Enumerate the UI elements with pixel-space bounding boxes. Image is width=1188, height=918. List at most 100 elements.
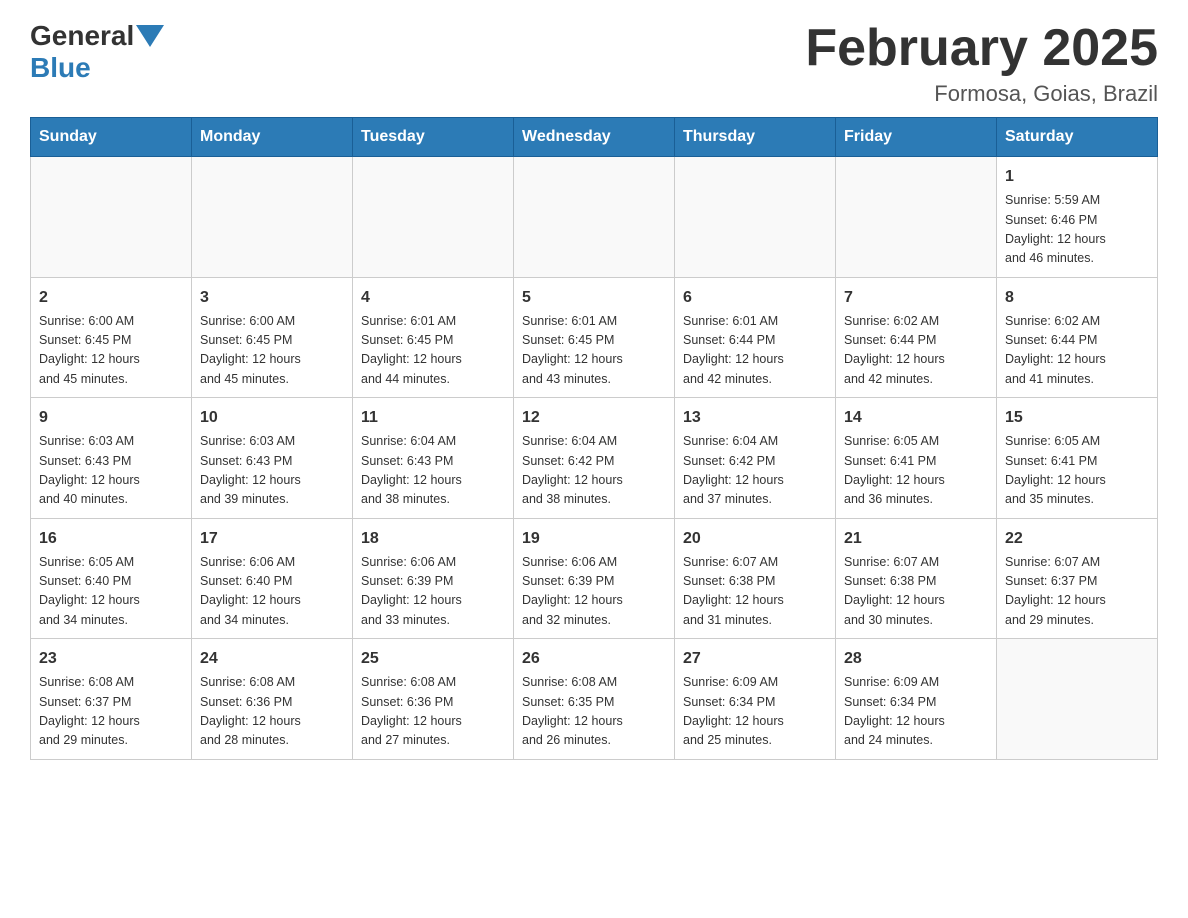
day-number: 27: [683, 647, 827, 671]
day-number: 2: [39, 286, 183, 310]
day-number: 25: [361, 647, 505, 671]
day-number: 11: [361, 406, 505, 430]
day-info: Sunrise: 6:06 AM Sunset: 6:39 PM Dayligh…: [522, 553, 666, 631]
calendar-cell: 4Sunrise: 6:01 AM Sunset: 6:45 PM Daylig…: [353, 277, 514, 398]
calendar-cell: 13Sunrise: 6:04 AM Sunset: 6:42 PM Dayli…: [675, 398, 836, 519]
day-number: 14: [844, 406, 988, 430]
calendar-cell: 17Sunrise: 6:06 AM Sunset: 6:40 PM Dayli…: [192, 518, 353, 639]
day-info: Sunrise: 6:01 AM Sunset: 6:45 PM Dayligh…: [361, 312, 505, 390]
logo-general-text: General: [30, 20, 134, 52]
day-number: 5: [522, 286, 666, 310]
calendar-cell: 11Sunrise: 6:04 AM Sunset: 6:43 PM Dayli…: [353, 398, 514, 519]
day-info: Sunrise: 6:05 AM Sunset: 6:40 PM Dayligh…: [39, 553, 183, 631]
logo-blue-text: Blue: [30, 52, 91, 84]
day-info: Sunrise: 6:07 AM Sunset: 6:38 PM Dayligh…: [844, 553, 988, 631]
day-number: 18: [361, 527, 505, 551]
calendar-cell: 25Sunrise: 6:08 AM Sunset: 6:36 PM Dayli…: [353, 639, 514, 760]
day-number: 4: [361, 286, 505, 310]
day-number: 6: [683, 286, 827, 310]
day-number: 7: [844, 286, 988, 310]
weekday-header-row: SundayMondayTuesdayWednesdayThursdayFrid…: [31, 118, 1158, 157]
logo-triangle-icon: [136, 25, 164, 47]
day-number: 17: [200, 527, 344, 551]
calendar-cell: [192, 157, 353, 278]
day-number: 3: [200, 286, 344, 310]
day-number: 20: [683, 527, 827, 551]
weekday-header-wednesday: Wednesday: [514, 118, 675, 157]
logo: General Blue: [30, 20, 166, 84]
day-info: Sunrise: 5:59 AM Sunset: 6:46 PM Dayligh…: [1005, 191, 1149, 269]
day-info: Sunrise: 6:09 AM Sunset: 6:34 PM Dayligh…: [844, 673, 988, 751]
day-info: Sunrise: 6:08 AM Sunset: 6:37 PM Dayligh…: [39, 673, 183, 751]
day-info: Sunrise: 6:01 AM Sunset: 6:44 PM Dayligh…: [683, 312, 827, 390]
calendar-cell: 28Sunrise: 6:09 AM Sunset: 6:34 PM Dayli…: [836, 639, 997, 760]
day-number: 10: [200, 406, 344, 430]
calendar-cell: 8Sunrise: 6:02 AM Sunset: 6:44 PM Daylig…: [997, 277, 1158, 398]
calendar-cell: [353, 157, 514, 278]
calendar-week-row: 9Sunrise: 6:03 AM Sunset: 6:43 PM Daylig…: [31, 398, 1158, 519]
day-number: 16: [39, 527, 183, 551]
calendar-cell: 23Sunrise: 6:08 AM Sunset: 6:37 PM Dayli…: [31, 639, 192, 760]
calendar-cell: 18Sunrise: 6:06 AM Sunset: 6:39 PM Dayli…: [353, 518, 514, 639]
calendar-cell: 21Sunrise: 6:07 AM Sunset: 6:38 PM Dayli…: [836, 518, 997, 639]
day-number: 23: [39, 647, 183, 671]
day-info: Sunrise: 6:08 AM Sunset: 6:36 PM Dayligh…: [361, 673, 505, 751]
calendar-cell: 14Sunrise: 6:05 AM Sunset: 6:41 PM Dayli…: [836, 398, 997, 519]
day-info: Sunrise: 6:07 AM Sunset: 6:38 PM Dayligh…: [683, 553, 827, 631]
day-info: Sunrise: 6:04 AM Sunset: 6:43 PM Dayligh…: [361, 432, 505, 510]
day-number: 13: [683, 406, 827, 430]
day-info: Sunrise: 6:09 AM Sunset: 6:34 PM Dayligh…: [683, 673, 827, 751]
day-number: 19: [522, 527, 666, 551]
month-title: February 2025: [805, 20, 1158, 77]
day-number: 15: [1005, 406, 1149, 430]
weekday-header-sunday: Sunday: [31, 118, 192, 157]
calendar-cell: 3Sunrise: 6:00 AM Sunset: 6:45 PM Daylig…: [192, 277, 353, 398]
location-text: Formosa, Goias, Brazil: [805, 81, 1158, 107]
calendar-week-row: 2Sunrise: 6:00 AM Sunset: 6:45 PM Daylig…: [31, 277, 1158, 398]
weekday-header-saturday: Saturday: [997, 118, 1158, 157]
calendar-cell: 22Sunrise: 6:07 AM Sunset: 6:37 PM Dayli…: [997, 518, 1158, 639]
calendar-cell: 15Sunrise: 6:05 AM Sunset: 6:41 PM Dayli…: [997, 398, 1158, 519]
calendar-cell: [997, 639, 1158, 760]
day-number: 9: [39, 406, 183, 430]
day-info: Sunrise: 6:08 AM Sunset: 6:36 PM Dayligh…: [200, 673, 344, 751]
calendar-cell: [675, 157, 836, 278]
day-info: Sunrise: 6:03 AM Sunset: 6:43 PM Dayligh…: [200, 432, 344, 510]
calendar-week-row: 23Sunrise: 6:08 AM Sunset: 6:37 PM Dayli…: [31, 639, 1158, 760]
day-info: Sunrise: 6:04 AM Sunset: 6:42 PM Dayligh…: [683, 432, 827, 510]
calendar-cell: 10Sunrise: 6:03 AM Sunset: 6:43 PM Dayli…: [192, 398, 353, 519]
calendar-cell: 12Sunrise: 6:04 AM Sunset: 6:42 PM Dayli…: [514, 398, 675, 519]
day-info: Sunrise: 6:05 AM Sunset: 6:41 PM Dayligh…: [1005, 432, 1149, 510]
day-number: 8: [1005, 286, 1149, 310]
calendar-cell: 20Sunrise: 6:07 AM Sunset: 6:38 PM Dayli…: [675, 518, 836, 639]
calendar-cell: [31, 157, 192, 278]
day-info: Sunrise: 6:06 AM Sunset: 6:39 PM Dayligh…: [361, 553, 505, 631]
calendar-cell: [836, 157, 997, 278]
calendar-cell: 6Sunrise: 6:01 AM Sunset: 6:44 PM Daylig…: [675, 277, 836, 398]
day-number: 21: [844, 527, 988, 551]
day-number: 26: [522, 647, 666, 671]
calendar-cell: 2Sunrise: 6:00 AM Sunset: 6:45 PM Daylig…: [31, 277, 192, 398]
day-info: Sunrise: 6:03 AM Sunset: 6:43 PM Dayligh…: [39, 432, 183, 510]
day-info: Sunrise: 6:02 AM Sunset: 6:44 PM Dayligh…: [844, 312, 988, 390]
calendar-cell: 1Sunrise: 5:59 AM Sunset: 6:46 PM Daylig…: [997, 157, 1158, 278]
calendar-cell: [514, 157, 675, 278]
calendar-cell: 5Sunrise: 6:01 AM Sunset: 6:45 PM Daylig…: [514, 277, 675, 398]
weekday-header-monday: Monday: [192, 118, 353, 157]
page-header: General Blue February 2025 Formosa, Goia…: [30, 20, 1158, 107]
day-info: Sunrise: 6:02 AM Sunset: 6:44 PM Dayligh…: [1005, 312, 1149, 390]
calendar-cell: 9Sunrise: 6:03 AM Sunset: 6:43 PM Daylig…: [31, 398, 192, 519]
day-info: Sunrise: 6:00 AM Sunset: 6:45 PM Dayligh…: [200, 312, 344, 390]
weekday-header-friday: Friday: [836, 118, 997, 157]
calendar-week-row: 16Sunrise: 6:05 AM Sunset: 6:40 PM Dayli…: [31, 518, 1158, 639]
day-info: Sunrise: 6:00 AM Sunset: 6:45 PM Dayligh…: [39, 312, 183, 390]
calendar-week-row: 1Sunrise: 5:59 AM Sunset: 6:46 PM Daylig…: [31, 157, 1158, 278]
day-number: 12: [522, 406, 666, 430]
calendar-cell: 19Sunrise: 6:06 AM Sunset: 6:39 PM Dayli…: [514, 518, 675, 639]
day-number: 22: [1005, 527, 1149, 551]
calendar-cell: 7Sunrise: 6:02 AM Sunset: 6:44 PM Daylig…: [836, 277, 997, 398]
calendar-cell: 27Sunrise: 6:09 AM Sunset: 6:34 PM Dayli…: [675, 639, 836, 760]
calendar-table: SundayMondayTuesdayWednesdayThursdayFrid…: [30, 117, 1158, 760]
day-number: 28: [844, 647, 988, 671]
day-number: 1: [1005, 165, 1149, 189]
